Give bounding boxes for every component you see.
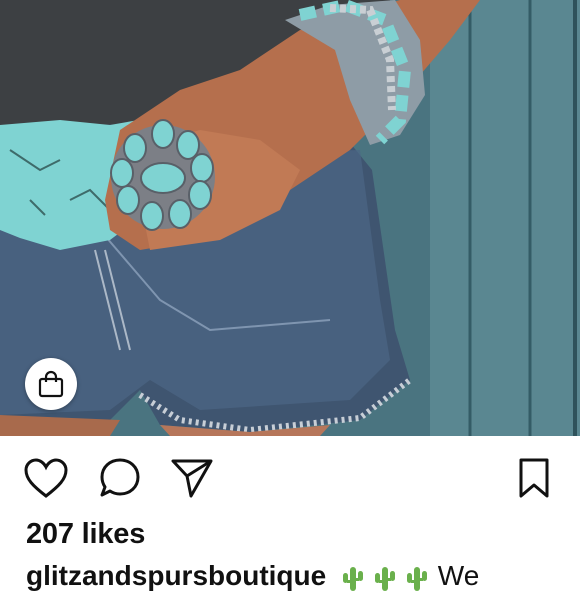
caption-username[interactable]: glitzandspursboutique [26,560,326,591]
comment-icon [100,458,140,497]
cactus-emoji [343,566,363,591]
cactus-emoji [375,566,395,591]
shopping-bag-icon [38,370,64,398]
action-bar [0,436,580,522]
share-icon [171,459,213,498]
like-button[interactable] [22,454,70,502]
share-button[interactable] [168,454,216,502]
cactus-emoji [407,566,427,591]
post-photo[interactable] [0,0,580,436]
comment-button[interactable] [96,454,144,502]
save-button[interactable] [510,454,558,502]
heart-icon [24,458,68,498]
post-caption: glitzandspursboutique We [26,560,479,593]
caption-text: We [437,560,480,591]
shopping-bag-button[interactable] [25,358,77,410]
bookmark-icon [519,458,549,498]
likes-count[interactable]: 207 likes [26,518,145,551]
